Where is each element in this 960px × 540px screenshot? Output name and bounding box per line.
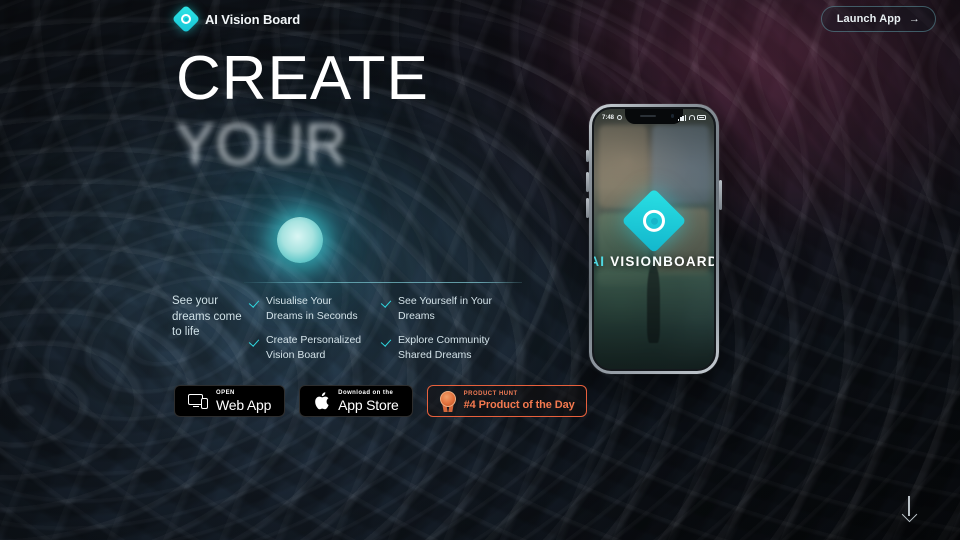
- feature-column-1: Visualise Your Dreams in Seconds Create …: [250, 294, 368, 372]
- app-store-big-label: App Store: [338, 397, 399, 413]
- hero-line-your: YOUR: [176, 112, 348, 177]
- phone-mockup: 7:48 AI VISIONBOARD: [589, 104, 719, 374]
- app-store-small-label: Download on the: [338, 390, 394, 396]
- product-hunt-small-label: PRODUCT HUNT: [463, 391, 518, 397]
- app-store-button[interactable]: Download on the App Store: [299, 385, 413, 417]
- feature-item: Create Personalized Vision Board: [250, 333, 368, 363]
- app-splash-title: AI VISIONBOARD: [594, 254, 714, 269]
- app-title-prefix: AI: [594, 253, 606, 269]
- product-hunt-big-label: #4 Product of the Day: [463, 399, 575, 411]
- feature-label: Create Personalized Vision Board: [266, 334, 362, 361]
- check-icon: [382, 336, 392, 346]
- check-icon: [250, 336, 260, 346]
- features-divider: [244, 282, 522, 283]
- web-app-icon: [188, 393, 208, 410]
- product-hunt-badge[interactable]: PRODUCT HUNT #4 Product of the Day: [426, 385, 587, 417]
- feature-column-2: See Yourself in Your Dreams Explore Comm…: [382, 294, 500, 372]
- feature-item: Visualise Your Dreams in Seconds: [250, 294, 368, 324]
- phone-volume-up-button: [586, 172, 589, 192]
- phone-mute-switch: [586, 150, 589, 162]
- app-title-main: VISIONBOARD: [610, 253, 714, 269]
- launch-app-label: Launch App: [836, 13, 901, 25]
- app-splash-content: AI VISIONBOARD: [594, 188, 714, 269]
- download-buttons-row: OPEN Web App Download on the App Store P…: [174, 385, 587, 417]
- features-section: See your dreams come to life Visualise Y…: [172, 282, 522, 372]
- hero-line-create: CREATE: [176, 44, 429, 113]
- check-icon: [250, 297, 260, 307]
- medal-icon: [439, 391, 457, 412]
- phone-volume-down-button: [586, 198, 589, 218]
- wifi-icon: [688, 115, 695, 120]
- feature-label: Explore Community Shared Dreams: [398, 334, 490, 361]
- web-app-small-label: OPEN: [216, 390, 235, 396]
- launch-app-button[interactable]: Launch App →: [820, 6, 936, 32]
- landing-page: AI Vision Board Launch App → CREATE YOUR…: [0, 0, 960, 540]
- diamond-logo-icon: [621, 188, 687, 254]
- web-app-button[interactable]: OPEN Web App: [174, 385, 286, 417]
- phone-status-bar: 7:48: [594, 111, 714, 124]
- status-time: 7:48: [602, 114, 615, 121]
- hero-heading: CREATE YOUR: [176, 48, 429, 176]
- phone-power-button: [719, 180, 722, 210]
- brand-name: AI Vision Board: [205, 11, 301, 27]
- arrow-down-icon[interactable]: [898, 494, 920, 524]
- background-vignette: [0, 0, 960, 540]
- battery-icon: [697, 115, 706, 120]
- apple-logo-icon: [313, 391, 330, 411]
- feature-item: Explore Community Shared Dreams: [382, 333, 500, 363]
- feature-label: Visualise Your Dreams in Seconds: [266, 295, 358, 322]
- features-tagline: See your dreams come to life: [172, 295, 242, 338]
- glowing-orb: [277, 217, 323, 263]
- brand-logo[interactable]: AI Vision Board: [171, 4, 301, 34]
- feature-label: See Yourself in Your Dreams: [398, 295, 492, 322]
- diamond-logo-icon: [171, 4, 201, 34]
- web-app-big-label: Web App: [216, 397, 272, 413]
- location-icon: [617, 115, 623, 120]
- arrow-right-icon: →: [908, 13, 920, 25]
- feature-item: See Yourself in Your Dreams: [382, 294, 500, 324]
- site-header: AI Vision Board Launch App →: [0, 0, 960, 38]
- signal-bars-icon: [678, 114, 686, 121]
- phone-screen: 7:48 AI VISIONBOARD: [594, 109, 714, 369]
- check-icon: [382, 297, 392, 307]
